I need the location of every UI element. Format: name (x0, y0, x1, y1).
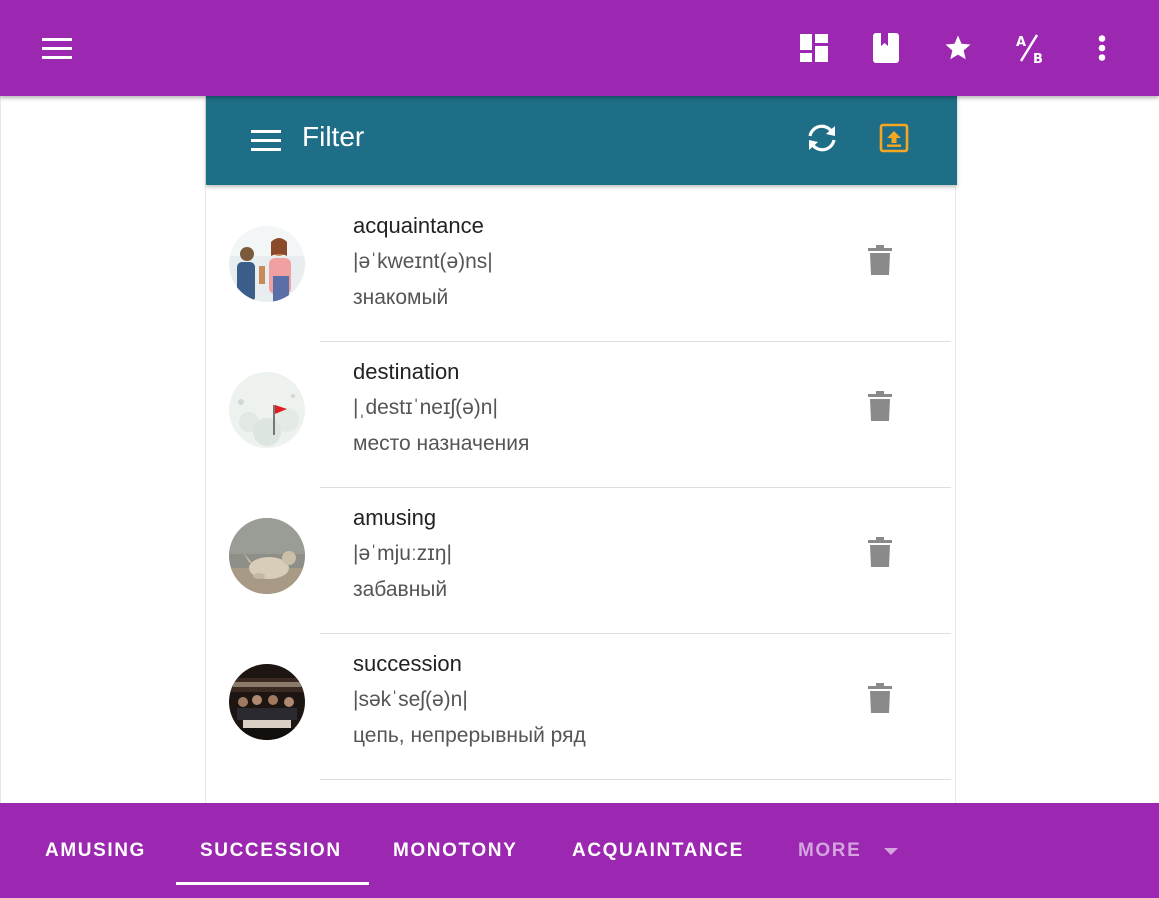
upload-icon[interactable] (874, 118, 914, 158)
list-item[interactable]: succession |səkˈseʃ(ə)n| цепь, непрерывн… (206, 634, 957, 780)
word-text: destination (353, 359, 460, 384)
delete-icon[interactable] (862, 240, 898, 280)
filter-toolbar: Filter (206, 96, 957, 185)
filter-title: Filter (302, 121, 365, 152)
transcription-text: |ˌdestɪˈneɪʃ(ə)n| (353, 396, 498, 419)
tab-bar: AMUSING SUCCESSION MONOTONY ACQUAINTANCE… (0, 803, 1159, 898)
dashboard-icon[interactable] (794, 28, 834, 68)
more-vert-icon[interactable] (1082, 28, 1122, 68)
word-image-avatar (229, 372, 305, 448)
chevron-down-icon[interactable] (884, 848, 898, 855)
menu-icon[interactable] (37, 29, 77, 69)
translation-text: знакомый (353, 286, 449, 309)
selected-tab-indicator (176, 882, 369, 885)
transcription-text: |əˈmjuːzɪŋ| (353, 542, 452, 565)
tab-amusing[interactable]: AMUSING (45, 839, 146, 863)
app-bar: A B (0, 0, 1159, 96)
svg-text:B: B (1033, 52, 1043, 65)
tab-more[interactable]: MORE (798, 839, 861, 863)
word-text: succession (353, 651, 462, 676)
translation-text: цепь, непрерывный ряд (353, 724, 586, 747)
delete-icon[interactable] (862, 386, 898, 426)
word-text: acquaintance (353, 213, 484, 238)
list-item[interactable]: acquaintance |əˈkweɪnt(ə)ns| знакомый (206, 196, 957, 342)
word-list-card: Filter acquaintance |əˈkweɪnt(ə)ns| знак… (205, 96, 957, 804)
bookmark-icon[interactable] (866, 28, 906, 68)
ab-test-icon[interactable]: A B (1010, 28, 1050, 68)
row-divider (320, 779, 951, 780)
transcription-text: |səkˈseʃ(ə)n| (353, 688, 468, 711)
list-item[interactable]: destination |ˌdestɪˈneɪʃ(ə)n| место назн… (206, 342, 957, 488)
tab-monotony[interactable]: MONOTONY (393, 839, 517, 863)
filter-menu-icon[interactable] (246, 121, 286, 161)
tab-acquaintance[interactable]: ACQUAINTANCE (572, 839, 744, 863)
word-image-avatar (229, 226, 305, 302)
sync-icon[interactable] (802, 118, 842, 158)
svg-text:A: A (1016, 35, 1026, 50)
delete-icon[interactable] (862, 532, 898, 572)
left-edge-line (0, 96, 1, 804)
star-icon[interactable] (938, 28, 978, 68)
list-item[interactable]: amusing |əˈmjuːzɪŋ| забавный (206, 488, 957, 634)
word-image-avatar (229, 518, 305, 594)
translation-text: место назначения (353, 432, 530, 455)
delete-icon[interactable] (862, 678, 898, 718)
word-image-avatar (229, 664, 305, 740)
translation-text: забавный (353, 578, 448, 601)
word-text: amusing (353, 505, 437, 530)
tab-succession[interactable]: SUCCESSION (200, 839, 342, 863)
transcription-text: |əˈkweɪnt(ə)ns| (353, 250, 493, 273)
